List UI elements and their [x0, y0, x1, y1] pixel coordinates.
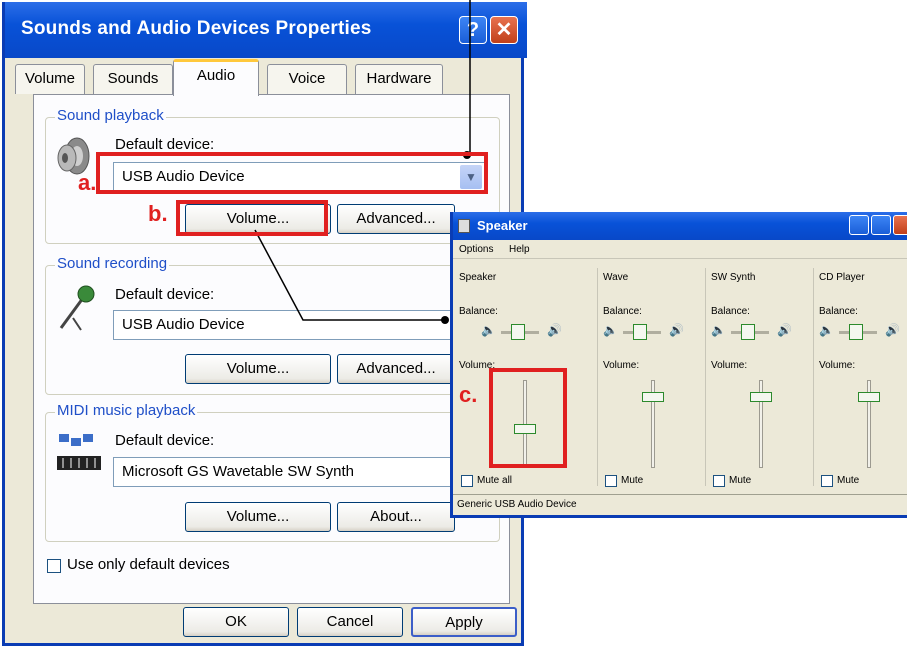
speaker-left-icon: 🔈: [481, 323, 496, 337]
speaker-window-title: Speaker: [477, 218, 528, 233]
mute-label: Mute: [837, 475, 860, 486]
speaker-right-icon: 🔊: [885, 323, 900, 337]
balance-slider[interactable]: [741, 324, 755, 340]
menu-divider: [453, 258, 907, 259]
speaker-mixer-window: Speaker Options Help Speaker Balance: 🔈 …: [450, 212, 907, 518]
balance-slider[interactable]: [511, 324, 525, 340]
annotation-label-c: c.: [459, 382, 478, 407]
speaker-right-icon: 🔊: [777, 323, 792, 337]
column-separator: [597, 268, 598, 486]
channel-cd-player: CD Player Balance: 🔈 🔊 Volume: Mute: [819, 268, 907, 488]
balance-slider[interactable]: [633, 324, 647, 340]
annotation-box-c: [489, 368, 567, 468]
speaker-left-icon: 🔈: [711, 323, 726, 337]
volume-label: Volume:: [711, 360, 748, 371]
close-icon[interactable]: [893, 215, 907, 235]
channel-name: Wave: [603, 272, 629, 283]
volume-slider[interactable]: [858, 392, 880, 402]
mute-label: Mute: [729, 475, 752, 486]
annotation-label-b: b.: [148, 201, 168, 226]
minimize-icon[interactable]: [849, 215, 869, 235]
status-text: Generic USB Audio Device: [457, 499, 577, 510]
channel-sw-synth: SW Synth Balance: 🔈 🔊 Volume: Mute: [711, 268, 811, 488]
speaker-right-icon: 🔊: [669, 323, 684, 337]
mute-checkbox[interactable]: [605, 475, 617, 487]
speaker-titlebar[interactable]: Speaker: [453, 212, 907, 240]
mute-all-label: Mute all: [477, 475, 513, 486]
menu-options[interactable]: Options: [459, 244, 493, 255]
channel-name: Speaker: [459, 272, 497, 283]
tab-audio[interactable]: Audio: [173, 59, 259, 96]
balance-slider[interactable]: [849, 324, 863, 340]
volume-label: Volume:: [603, 360, 640, 371]
maximize-icon[interactable]: [871, 215, 891, 235]
status-bar: Generic USB Audio Device: [453, 494, 907, 514]
balance-label: Balance:: [819, 306, 858, 317]
menu-help[interactable]: Help: [509, 244, 530, 255]
mute-checkbox[interactable]: [821, 475, 833, 487]
balance-label: Balance:: [603, 306, 642, 317]
speaker-right-icon: 🔊: [547, 323, 562, 337]
mute-label: Mute: [621, 475, 644, 486]
balance-label: Balance:: [459, 306, 498, 317]
annotation-box-b: [176, 200, 328, 236]
volume-slider[interactable]: [642, 392, 664, 402]
volume-slider[interactable]: [750, 392, 772, 402]
annotation-label-a: a.: [78, 170, 97, 195]
volume-label: Volume:: [819, 360, 856, 371]
channel-name: SW Synth: [711, 272, 756, 283]
annotation-box-a: [96, 152, 488, 194]
column-separator: [813, 268, 814, 486]
channel-wave: Wave Balance: 🔈 🔊 Volume: Mute: [603, 268, 703, 488]
balance-label: Balance:: [711, 306, 750, 317]
speaker-left-icon: 🔈: [819, 323, 834, 337]
mixer-app-icon: [458, 219, 470, 233]
mute-checkbox[interactable]: [713, 475, 725, 487]
column-separator: [705, 268, 706, 486]
speaker-left-icon: 🔈: [603, 323, 618, 337]
mute-all-checkbox[interactable]: [461, 475, 473, 487]
channel-name: CD Player: [819, 272, 865, 283]
